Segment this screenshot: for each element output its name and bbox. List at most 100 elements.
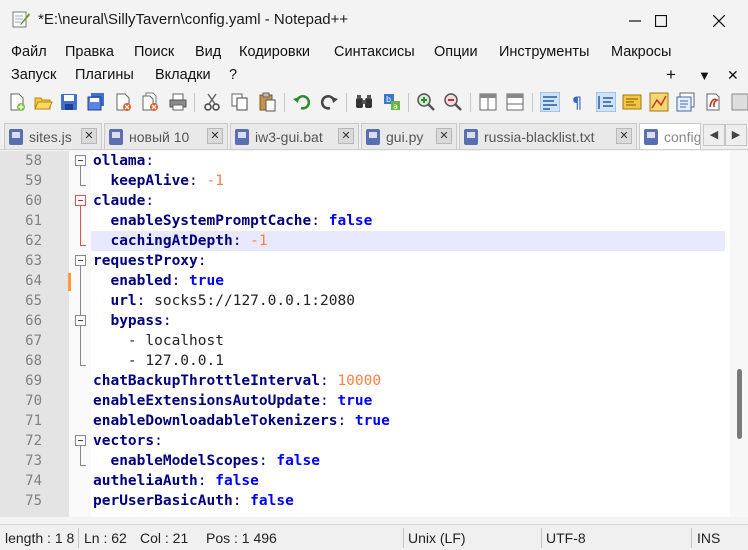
menu-view[interactable]: Вид <box>195 44 221 60</box>
new-tab-plus-button[interactable]: + <box>666 65 676 85</box>
menu-settings[interactable]: Опции <box>434 44 478 60</box>
zoom-in-icon[interactable] <box>416 92 436 112</box>
close-window-button[interactable] <box>696 0 742 42</box>
code-line[interactable]: vectors: <box>93 431 163 451</box>
tab-scroll-right-button[interactable]: ▶ <box>725 124 747 146</box>
line-number: 70 <box>25 393 42 409</box>
tab-close-icon[interactable]: ✕ <box>81 128 97 144</box>
tab-list-dropdown-button[interactable]: ▼ <box>698 68 711 83</box>
menu-tools[interactable]: Инструменты <box>499 44 589 60</box>
menu-language[interactable]: Синтаксисы <box>334 44 415 60</box>
copy-icon[interactable] <box>230 92 250 112</box>
code-line[interactable]: enableModelScopes: false <box>93 451 320 471</box>
menu-encoding[interactable]: Кодировки <box>239 44 310 60</box>
code-line[interactable]: requestProxy: <box>93 251 207 271</box>
document-map-icon[interactable] <box>649 92 669 112</box>
close-file-icon[interactable] <box>113 92 133 112</box>
print-icon[interactable] <box>168 92 188 112</box>
code-line[interactable]: autheliaAuth: false <box>93 471 259 491</box>
fold-marker-icon[interactable] <box>75 155 86 166</box>
line-number: 75 <box>25 493 42 509</box>
line-number: 74 <box>25 473 42 489</box>
code-line[interactable]: enableDownloadableTokenizers: true <box>93 411 390 431</box>
macro-record-icon[interactable] <box>730 92 748 112</box>
function-list-icon[interactable] <box>676 92 696 112</box>
fold-marker-icon[interactable] <box>75 315 86 326</box>
yaml-key: cachingAtDepth <box>110 233 233 249</box>
yaml-colon: : <box>154 433 163 449</box>
tab-close-icon[interactable]: ✕ <box>616 128 632 144</box>
yaml-colon: : <box>136 293 155 309</box>
tab-config-active[interactable]: config <box>639 123 701 149</box>
maximize-button[interactable] <box>638 0 684 42</box>
open-file-icon[interactable] <box>33 92 53 112</box>
code-line[interactable]: perUserBasicAuth: false <box>93 491 294 511</box>
editor-area[interactable]: 58 ollama: 59 keepAlive: -1 60 claude: 61 ena… <box>0 151 748 517</box>
code-line[interactable]: - 127.0.0.1 <box>93 351 224 371</box>
show-all-characters-icon[interactable]: ¶ <box>568 92 588 112</box>
sync-horizontal-icon[interactable] <box>505 92 525 112</box>
status-column: Col : 21 <box>140 530 189 546</box>
zoom-out-icon[interactable] <box>443 92 463 112</box>
line-number: 69 <box>25 373 42 389</box>
menu-plugins[interactable]: Плагины <box>75 67 134 83</box>
menu-search[interactable]: Поиск <box>134 44 174 60</box>
redo-icon[interactable] <box>319 92 339 112</box>
menu-run[interactable]: Запуск <box>11 67 56 83</box>
code-line[interactable]: enableExtensionsAutoUpdate: true <box>93 391 372 411</box>
replace-icon[interactable]: ba <box>382 92 402 112</box>
tab-close-icon[interactable]: ✕ <box>436 128 452 144</box>
code-line[interactable]: keepAlive: -1 <box>93 171 224 191</box>
tab-close-icon[interactable]: ✕ <box>207 128 223 144</box>
new-file-icon[interactable] <box>7 92 27 112</box>
paste-icon[interactable] <box>257 92 277 112</box>
undo-icon[interactable] <box>292 92 312 112</box>
save-all-icon[interactable] <box>86 92 106 112</box>
save-icon[interactable] <box>59 92 79 112</box>
close-all-icon[interactable] <box>140 92 160 112</box>
code-line[interactable]: chatBackupThrottleInterval: 10000 <box>93 371 381 391</box>
menu-help[interactable]: ? <box>229 67 237 83</box>
menu-file[interactable]: Файл <box>11 44 47 60</box>
word-wrap-icon[interactable] <box>540 92 560 112</box>
scrollbar-thumb[interactable] <box>737 369 742 439</box>
vertical-scrollbar[interactable] <box>730 151 748 517</box>
tab-iw3-gui-bat[interactable]: iw3-gui.bat ✕ <box>230 123 359 149</box>
line-number: 64 <box>25 273 42 289</box>
indent-guide-icon[interactable] <box>596 92 616 112</box>
code-line[interactable]: claude: <box>93 191 154 211</box>
code-line[interactable]: cachingAtDepth: -1 <box>93 231 267 251</box>
tab-new-10[interactable]: новый 10 ✕ <box>104 123 228 149</box>
sync-vertical-icon[interactable] <box>478 92 498 112</box>
code-line[interactable]: ollama: <box>93 151 154 171</box>
code-line[interactable]: enableSystemPromptCache: false <box>93 211 372 231</box>
code-line[interactable]: enabled: true <box>93 271 224 291</box>
toolbar-separator <box>408 93 409 112</box>
line-number: 72 <box>25 433 42 449</box>
cut-icon[interactable] <box>202 92 222 112</box>
menu-window[interactable]: Вкладки <box>155 67 211 83</box>
status-encoding[interactable]: UTF-8 <box>546 530 586 546</box>
file-tab-icon <box>235 128 249 145</box>
tab-russia-blacklist-txt[interactable]: russia-blacklist.txt ✕ <box>459 123 637 149</box>
yaml-value: false <box>328 213 373 229</box>
tab-sites-js[interactable]: sites.js ✕ <box>4 123 102 149</box>
fold-marker-icon[interactable] <box>75 255 86 266</box>
fold-marker-icon[interactable] <box>75 195 86 206</box>
code-line[interactable]: - localhost <box>93 331 224 351</box>
status-insert-mode[interactable]: INS <box>697 530 720 546</box>
code-line[interactable]: url: socks5://127.0.0.1:2080 <box>93 291 354 311</box>
fold-marker-icon[interactable] <box>75 435 86 446</box>
menu-macro[interactable]: Макросы <box>611 44 671 60</box>
folder-as-workspace-icon[interactable] <box>703 92 723 112</box>
find-icon[interactable] <box>354 92 374 112</box>
status-eol[interactable]: Unix (LF) <box>408 530 466 546</box>
code-line[interactable]: bypass: <box>93 311 171 331</box>
menu-edit[interactable]: Правка <box>65 44 114 60</box>
tab-scroll-left-button[interactable]: ◀ <box>703 124 725 146</box>
tab-gui-py[interactable]: gui.py ✕ <box>361 123 457 149</box>
close-tab-button[interactable]: ✕ <box>727 67 739 84</box>
yaml-key: vectors <box>93 433 155 449</box>
user-defined-language-icon[interactable] <box>622 92 642 112</box>
tab-close-icon[interactable]: ✕ <box>338 128 354 144</box>
